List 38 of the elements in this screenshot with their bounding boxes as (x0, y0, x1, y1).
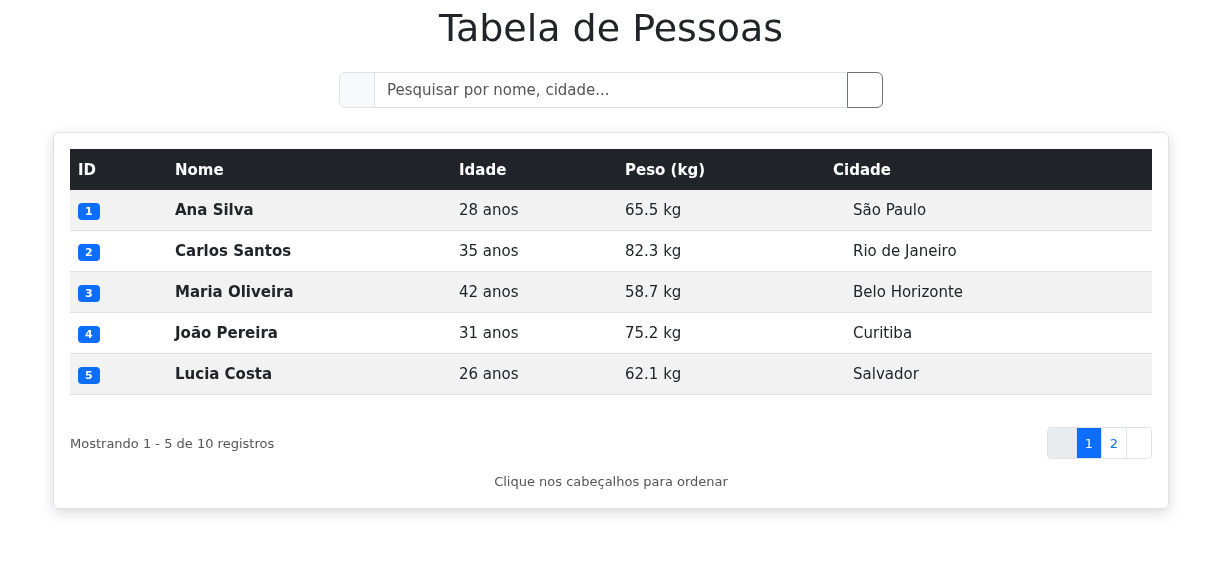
column-header[interactable]: ID (78, 160, 97, 179)
page-button[interactable]: 1 (1076, 428, 1101, 458)
table-cell: João Pereira (175, 324, 278, 342)
id-badge: 2 (78, 243, 100, 261)
column-header[interactable]: Idade (459, 160, 507, 179)
id-badge: 3 (78, 284, 100, 302)
table-cell: Curitiba (853, 324, 913, 342)
column-header[interactable]: Cidade (833, 160, 891, 179)
table-cell: Salvador (853, 365, 919, 383)
table-cell: Belo Horizonte (853, 283, 964, 301)
column-header[interactable]: Peso (kg) (625, 160, 706, 179)
table-cell: 42 anos (459, 283, 519, 301)
column-header[interactable]: Nome (175, 160, 224, 179)
table-cell: 65.5 kg (625, 201, 682, 219)
sort-hint: Clique nos cabeçalhos para ordenar (494, 474, 728, 489)
record-count: Mostrando 1 - 5 de 10 registros (70, 435, 275, 451)
table-cell: 62.1 kg (625, 365, 682, 383)
table-cell: Ana Silva (175, 201, 254, 219)
id-badge: 5 (78, 366, 100, 384)
table-cell: Rio de Janeiro (853, 242, 957, 260)
id-badge: 4 (78, 325, 100, 343)
table-cell: 31 anos (459, 324, 519, 342)
id-badge: 1 (78, 202, 100, 220)
table-cell: 26 anos (459, 365, 519, 383)
table-cell: Carlos Santos (175, 242, 292, 260)
table-cell: Lucia Costa (175, 365, 273, 383)
table-cell: 58.7 kg (625, 283, 682, 301)
table-cell: 75.2 kg (625, 324, 682, 342)
table-cell: Maria Oliveira (175, 283, 294, 301)
table-cell: 82.3 kg (625, 242, 682, 260)
table-cell: São Paulo (853, 201, 927, 219)
next-page-button[interactable] (1126, 428, 1151, 458)
search-field[interactable]: Pesquisar por nome, cidade... (375, 72, 847, 108)
search-addon (339, 72, 375, 108)
table-cell: 28 anos (459, 201, 519, 219)
page-title: Tabela de Pessoas (438, 6, 784, 50)
table-cell: 35 anos (459, 242, 519, 260)
search-button[interactable] (847, 72, 883, 108)
